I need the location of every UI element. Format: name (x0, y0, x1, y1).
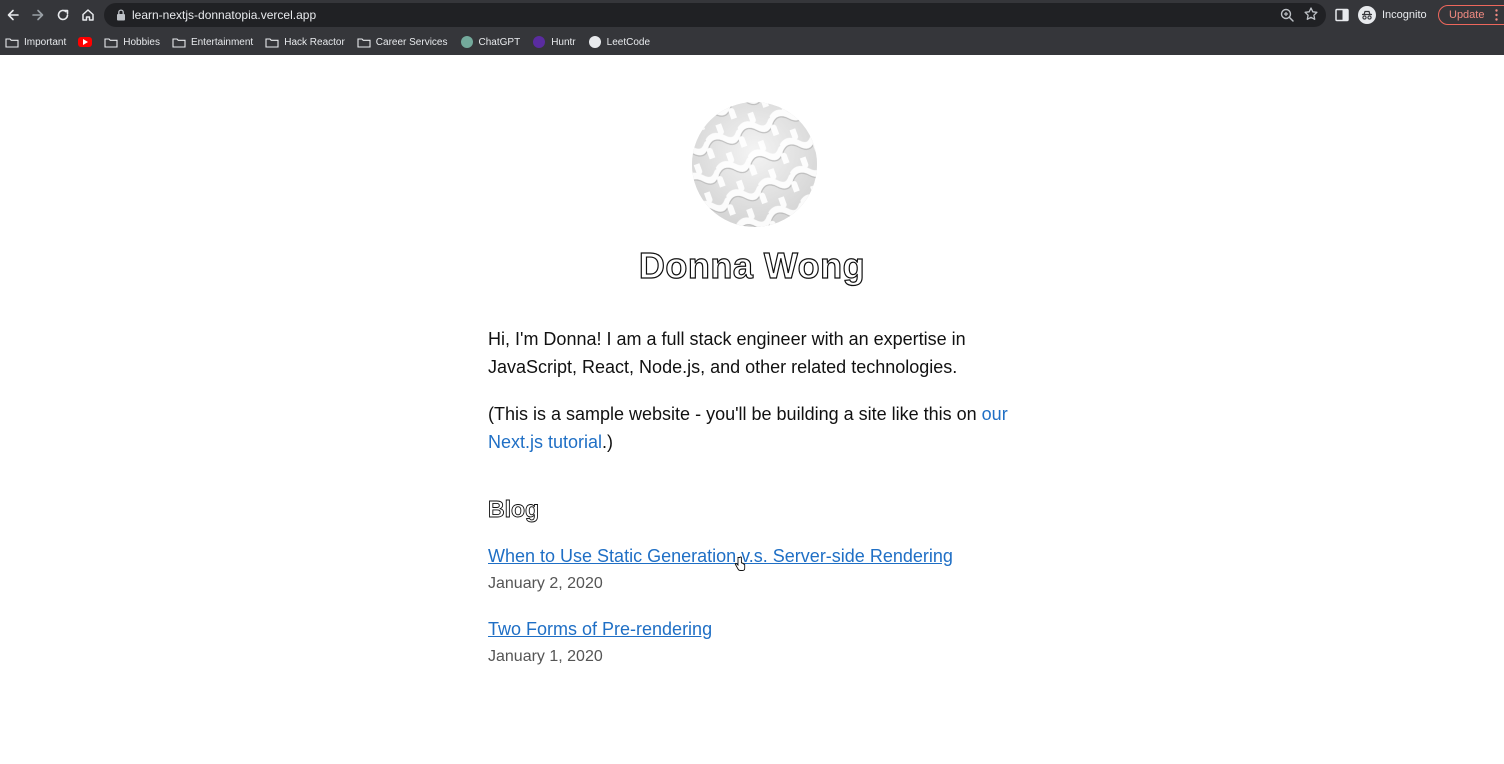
incognito-profile[interactable]: Incognito (1358, 5, 1427, 25)
blog-post-link[interactable]: Two Forms of Pre-rendering (488, 619, 712, 639)
lock-icon (117, 9, 125, 21)
profile-name: Donna Wong (638, 244, 866, 286)
browser-chrome: learn-nextjs-donnatopia.vercel.app Incog… (0, 0, 1504, 55)
blog-heading: Blog (488, 496, 540, 523)
web-page: Donna Wong Hi, I'm Donna! I am a full st… (0, 55, 1504, 764)
note-text: (This is a sample website - you'll be bu… (488, 404, 982, 424)
arrow-left-icon (7, 9, 19, 21)
forward-button[interactable] (28, 5, 48, 25)
bookmark-youtube[interactable] (78, 36, 93, 48)
bookmark-chatgpt[interactable]: ChatGPT (460, 36, 521, 48)
folder-icon (172, 36, 186, 48)
folder-icon (104, 36, 118, 48)
blog-post: Two Forms of Pre-rendering January 1, 20… (488, 616, 1028, 669)
bookmark-label: Important (24, 36, 67, 48)
note-suffix: .) (602, 432, 614, 452)
bookmark-label: LeetCode (606, 36, 651, 48)
incognito-label: Incognito (1382, 9, 1427, 21)
bookmark-hobbies[interactable]: Hobbies (104, 36, 160, 48)
reload-icon (57, 9, 69, 21)
tutorial-note: (This is a sample website - you'll be bu… (488, 400, 1028, 456)
main-content: Hi, I'm Donna! I am a full stack enginee… (488, 325, 1028, 669)
url-text: learn-nextjs-donnatopia.vercel.app (132, 8, 317, 22)
bookmark-hack-reactor[interactable]: Hack Reactor (265, 36, 345, 48)
profile-avatar (692, 102, 817, 227)
bookmark-important[interactable]: Important (5, 36, 66, 48)
intro-paragraph: Hi, I'm Donna! I am a full stack enginee… (488, 329, 966, 377)
menu-dots-icon[interactable] (1495, 9, 1498, 21)
address-bar[interactable]: learn-nextjs-donnatopia.vercel.app (104, 3, 1326, 27)
bookmark-huntr[interactable]: Huntr (532, 36, 576, 48)
browser-toolbar: learn-nextjs-donnatopia.vercel.app Incog… (0, 0, 1504, 30)
home-button[interactable] (78, 5, 98, 25)
folder-icon (357, 36, 371, 48)
blog-post: When to Use Static Generation v.s. Serve… (488, 543, 1028, 596)
github-icon (588, 36, 601, 48)
bookmark-label: Entertainment (190, 36, 254, 48)
hand-pointer-icon (734, 556, 746, 571)
blog-post-date: January 1, 2020 (488, 648, 603, 665)
reload-button[interactable] (53, 5, 73, 25)
bookmark-career-services[interactable]: Career Services (357, 36, 448, 48)
home-icon (82, 9, 94, 21)
huntr-icon (533, 36, 546, 48)
bookmark-label: ChatGPT (478, 36, 521, 48)
bookmark-label: Hobbies (123, 36, 160, 48)
chatgpt-icon (460, 36, 473, 48)
blog-post-link[interactable]: When to Use Static Generation v.s. Serve… (488, 546, 953, 566)
zoom-icon[interactable] (1279, 7, 1295, 23)
folder-icon (5, 36, 19, 48)
bookmark-label: Career Services (375, 36, 448, 48)
arrow-right-icon (32, 9, 44, 21)
side-panel-icon[interactable] (1334, 7, 1350, 23)
bookmark-label: Hack Reactor (284, 36, 345, 48)
blog-post-date: January 2, 2020 (488, 575, 603, 592)
bookmark-entertainment[interactable]: Entertainment (172, 36, 253, 48)
folder-icon (265, 36, 279, 48)
bookmark-star-icon[interactable] (1303, 6, 1319, 22)
bookmarks-bar: Important Hobbies Entertainment Hack Rea… (0, 31, 1504, 53)
bookmark-leetcode[interactable]: LeetCode (588, 36, 650, 48)
back-button[interactable] (3, 5, 23, 25)
incognito-icon (1358, 6, 1376, 24)
youtube-icon (78, 37, 93, 47)
bookmark-label: Huntr (551, 36, 576, 48)
